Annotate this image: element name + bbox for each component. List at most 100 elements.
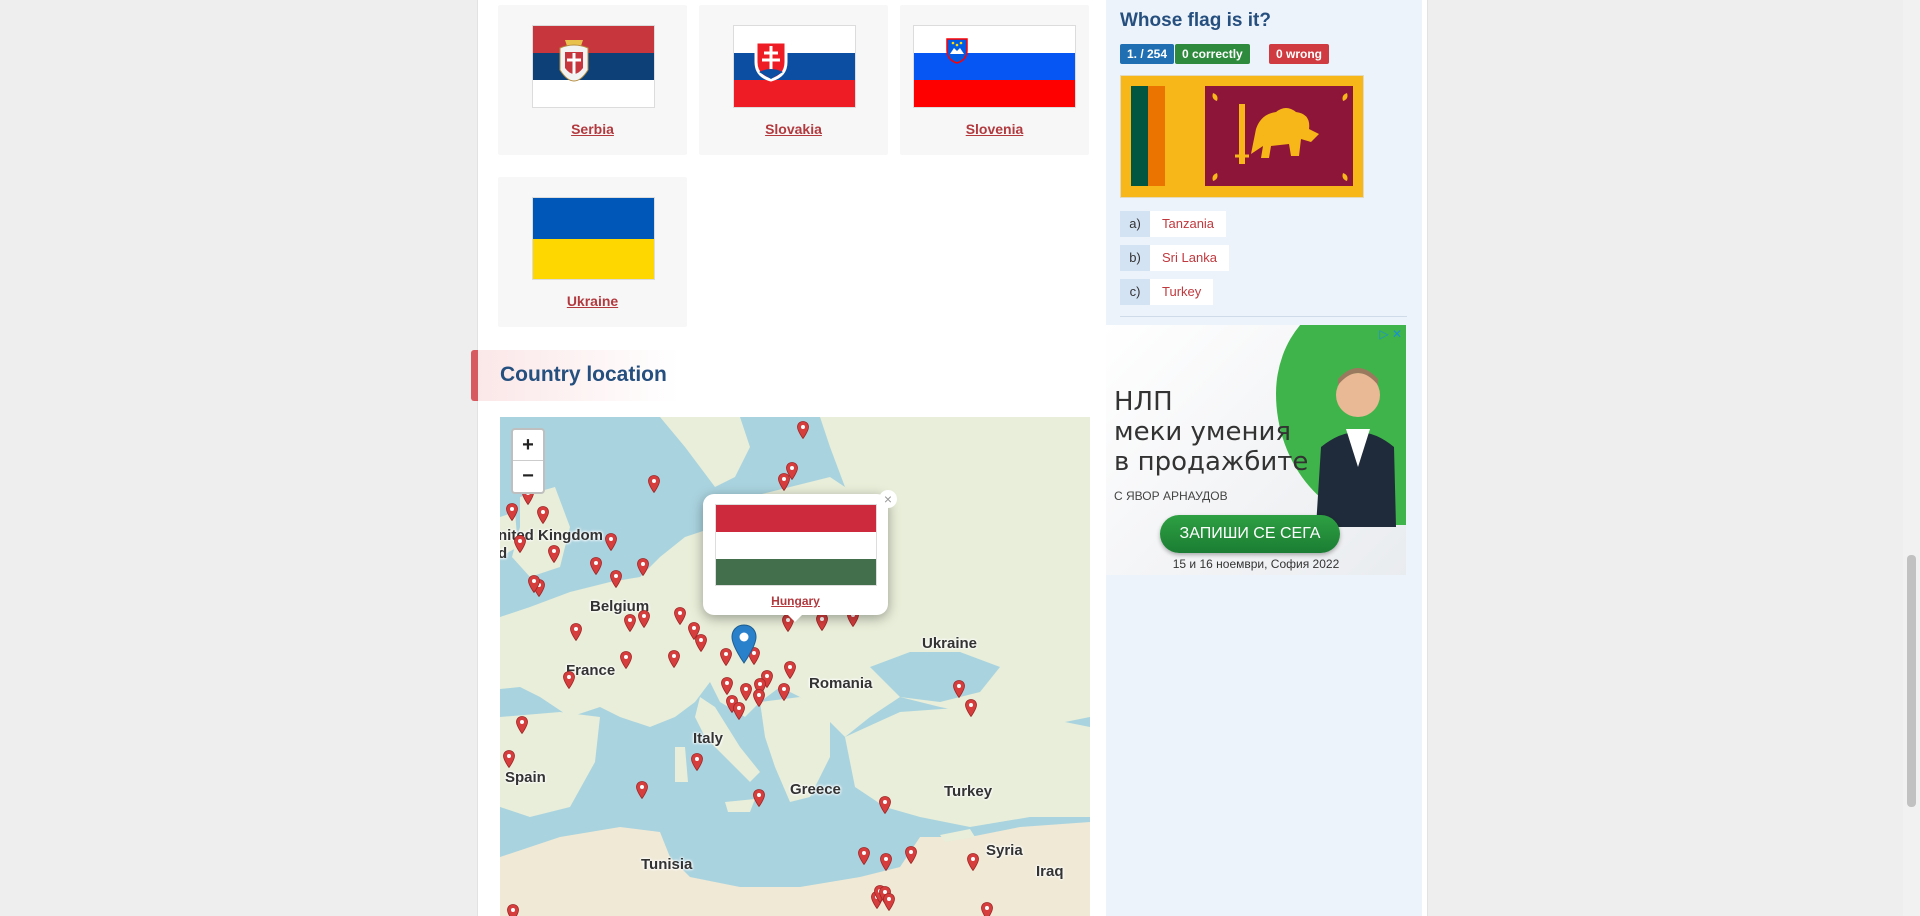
page-scrollbar[interactable] bbox=[1903, 0, 1920, 916]
flag-card-slovakia[interactable]: Slovakia bbox=[699, 5, 888, 155]
map-pin-icon[interactable] bbox=[610, 570, 622, 588]
map-pin-icon[interactable] bbox=[905, 846, 917, 864]
map-pin-icon[interactable] bbox=[590, 557, 602, 575]
map-pin-icon[interactable] bbox=[570, 623, 582, 641]
map-popup: Hungary × bbox=[703, 490, 897, 622]
ukraine-flag-image bbox=[532, 197, 655, 280]
slovenia-flag-image bbox=[913, 25, 1076, 108]
answer-letter: b) bbox=[1120, 245, 1150, 271]
map-pin-icon[interactable] bbox=[638, 610, 650, 628]
ad-choices-icon[interactable]: ▷ ✕ bbox=[1379, 327, 1402, 341]
slovakia-coat-of-arms-icon bbox=[754, 40, 788, 82]
map-pin-icon[interactable] bbox=[967, 853, 979, 871]
slovakia-link[interactable]: Slovakia bbox=[699, 121, 888, 137]
flag-card-ukraine[interactable]: Ukraine bbox=[498, 177, 687, 327]
map-pin-icon[interactable] bbox=[691, 753, 703, 771]
country-location-heading: Country location bbox=[471, 350, 1098, 401]
map-pin-icon[interactable] bbox=[740, 683, 752, 701]
map-pin-icon[interactable] bbox=[879, 796, 891, 814]
slovenia-coat-of-arms-icon bbox=[946, 38, 968, 64]
map-pin-icon[interactable] bbox=[721, 677, 733, 695]
ukraine-link[interactable]: Ukraine bbox=[498, 293, 687, 309]
map-pin-icon[interactable] bbox=[953, 680, 965, 698]
map-pin-icon[interactable] bbox=[528, 575, 540, 593]
scrollbar-thumb[interactable] bbox=[1907, 555, 1916, 807]
map-label-turkey: Turkey bbox=[944, 783, 993, 800]
quiz-flag-image bbox=[1120, 75, 1364, 198]
map-pin-icon[interactable] bbox=[537, 506, 549, 524]
main-content: Serbia Slovakia Slovenia Ukraine Country… bbox=[471, 0, 1098, 916]
ad-headline-2: меки умения bbox=[1114, 417, 1292, 447]
map-pin-icon[interactable] bbox=[695, 634, 707, 652]
ad-subtitle: С ЯВОР АРНАУДОВ bbox=[1114, 489, 1228, 503]
popup-tip bbox=[785, 612, 805, 622]
serbia-link[interactable]: Serbia bbox=[498, 121, 687, 137]
selected-location-marker-icon[interactable] bbox=[731, 624, 757, 664]
map-pin-icon[interactable] bbox=[797, 421, 809, 439]
ad-headline-1: НЛП bbox=[1114, 387, 1173, 417]
zoom-out-button[interactable]: − bbox=[513, 461, 543, 491]
serbia-coat-of-arms-icon bbox=[559, 40, 589, 82]
map-label-spain: Spain bbox=[505, 769, 546, 786]
popup-close-button[interactable]: × bbox=[879, 490, 897, 508]
answer-letter: c) bbox=[1120, 279, 1150, 305]
serbia-flag-image bbox=[532, 25, 655, 108]
ad-date: 15 и 16 ноември, София 2022 bbox=[1172, 557, 1340, 571]
map-label-syria: Syria bbox=[986, 842, 1023, 859]
map-pin-icon[interactable] bbox=[548, 545, 560, 563]
map-pin-icon[interactable] bbox=[605, 533, 617, 551]
map-pin-icon[interactable] bbox=[778, 473, 790, 491]
map-label-tunisia: Tunisia bbox=[641, 856, 693, 873]
map-pin-icon[interactable] bbox=[880, 853, 892, 871]
flag-card-serbia[interactable]: Serbia bbox=[498, 5, 687, 155]
bo-leaves-icon bbox=[1212, 93, 1348, 181]
map-pin-icon[interactable] bbox=[637, 558, 649, 576]
map-pin-icon[interactable] bbox=[778, 683, 790, 701]
map-pin-icon[interactable] bbox=[503, 750, 515, 768]
map-pin-icon[interactable] bbox=[563, 671, 575, 689]
page: Serbia Slovakia Slovenia Ukraine Country… bbox=[471, 0, 1428, 916]
map-pin-icon[interactable] bbox=[753, 689, 765, 707]
map-pin-icon[interactable] bbox=[507, 904, 519, 916]
flag-card-slovenia[interactable]: Slovenia bbox=[900, 5, 1089, 155]
quiz-correct-badge: 0 correctly bbox=[1175, 44, 1250, 64]
map-pin-icon[interactable] bbox=[858, 847, 870, 865]
map-pin-icon[interactable] bbox=[506, 503, 518, 521]
section-title: Country location bbox=[500, 363, 667, 386]
ad-cta-button[interactable]: ЗАПИШИ СЕ СЕГА bbox=[1160, 515, 1340, 553]
map-label-romania: Romania bbox=[809, 675, 873, 692]
map-pin-icon[interactable] bbox=[784, 661, 796, 679]
map-pin-icon[interactable] bbox=[624, 614, 636, 632]
map-pin-icon[interactable] bbox=[816, 613, 828, 631]
answer-letter: a) bbox=[1120, 211, 1150, 237]
quiz-title: Whose flag is it? bbox=[1120, 10, 1271, 31]
answer-text[interactable]: Tanzania bbox=[1150, 211, 1227, 237]
sidebar-divider bbox=[1120, 316, 1407, 317]
map-pin-icon[interactable] bbox=[514, 535, 526, 553]
quiz-progress-badge: 1. / 254 bbox=[1120, 44, 1175, 64]
map-pin-icon[interactable] bbox=[620, 651, 632, 669]
country-location-map[interactable]: nited Kingdom d Belgium France Spain Ita… bbox=[500, 417, 1090, 916]
map-pin-icon[interactable] bbox=[981, 902, 993, 916]
map-pin-icon[interactable] bbox=[965, 699, 977, 717]
slovenia-link[interactable]: Slovenia bbox=[900, 121, 1089, 137]
ad-person-image bbox=[1316, 368, 1396, 527]
heading-accent-bar bbox=[471, 350, 478, 401]
sidebar: Whose flag is it? 1. / 254 0 correctly 0… bbox=[1106, 0, 1422, 916]
map-pin-icon[interactable] bbox=[668, 650, 680, 668]
map-label-italy: Italy bbox=[693, 730, 724, 747]
map-pin-icon[interactable] bbox=[516, 716, 528, 734]
map-pin-icon[interactable] bbox=[733, 702, 745, 720]
answer-text[interactable]: Sri Lanka bbox=[1150, 245, 1229, 271]
map-pin-icon[interactable] bbox=[648, 475, 660, 493]
zoom-in-button[interactable]: + bbox=[513, 430, 543, 461]
map-pin-icon[interactable] bbox=[636, 781, 648, 799]
popup-country-link[interactable]: Hungary bbox=[703, 594, 888, 608]
map-label-greece: Greece bbox=[790, 781, 841, 798]
map-label-iraq: Iraq bbox=[1036, 863, 1064, 880]
answer-text[interactable]: Turkey bbox=[1150, 279, 1214, 305]
map-pin-icon[interactable] bbox=[883, 893, 895, 911]
map-pin-icon[interactable] bbox=[753, 789, 765, 807]
advertisement-banner[interactable]: НЛП меки умения в продажбите С ЯВОР АРНА… bbox=[1106, 325, 1406, 575]
map-pin-icon[interactable] bbox=[674, 607, 686, 625]
